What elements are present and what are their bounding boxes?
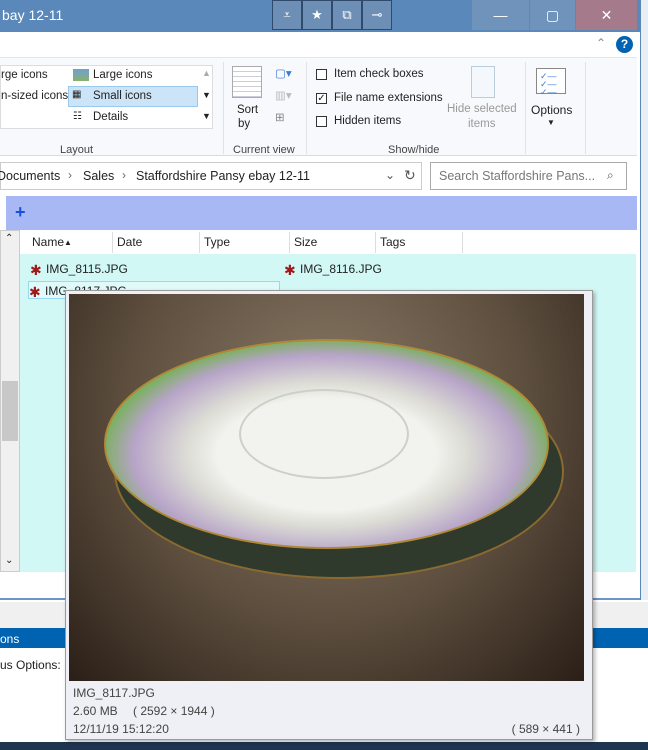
scroll-thumb[interactable] <box>2 381 18 441</box>
breadcrumb-separator: › <box>68 168 72 182</box>
properties-icon[interactable]: ⧉ <box>332 0 362 30</box>
hide-selected-icon <box>471 66 495 98</box>
group-label-layout: Layout <box>60 144 94 156</box>
vertical-scrollbar[interactable]: ⌃ ⌄ <box>0 230 20 572</box>
scroll-down-icon[interactable]: ⌄ <box>5 555 13 566</box>
ribbon-tabs: ⌃ ? <box>0 32 637 58</box>
layout-large-icons[interactable]: Large icons <box>93 69 152 81</box>
search-placeholder: Search Staffordshire Pans... <box>439 169 596 183</box>
taskbar <box>0 742 648 750</box>
hide-selected-label: items <box>468 118 496 130</box>
options-button[interactable]: Options <box>531 103 572 117</box>
details-icon: ☷ <box>73 111 82 122</box>
file-name: IMG_8116.JPG <box>300 262 382 276</box>
item-check-boxes-checkbox[interactable] <box>316 69 327 80</box>
file-name-extensions-label[interactable]: File name extensions <box>334 92 443 104</box>
refresh-icon[interactable]: ↻ <box>404 167 416 184</box>
layout-small-icons[interactable]: ▦ Small icons <box>68 86 198 107</box>
column-name-label: Name <box>32 235 65 249</box>
small-icons-icon: ▦ <box>72 89 82 100</box>
pin-icon[interactable]: ★ <box>302 0 332 30</box>
breadcrumb-documents[interactable]: Documents <box>0 169 60 183</box>
collapse-ribbon-icon[interactable]: ⌃ <box>596 36 606 50</box>
small-icons-label: Small icons <box>93 90 152 102</box>
tooltip-date: 12/11/19 15:12:20 <box>73 722 169 736</box>
options-icon: ✓— ✓— ✓— <box>536 68 566 97</box>
thumbnail-tooltip: IMG_8117.JPG 2.60 MB ( 2592 × 1944 ) 12/… <box>65 290 593 740</box>
search-icon[interactable]: ⌕ <box>607 168 614 183</box>
file-name: IMG_8115.JPG <box>46 262 128 276</box>
file-item[interactable]: ✱ IMG_8116.JPG <box>284 260 382 278</box>
column-header-size[interactable]: Size <box>290 232 376 253</box>
hidden-items-checkbox[interactable] <box>316 116 327 127</box>
layout-medium-icons[interactable]: n-sized icons <box>1 90 68 102</box>
layout-gallery: rge icons Large icons n-sized icons ▦ Sm… <box>0 65 213 129</box>
item-check-boxes-label[interactable]: Item check boxes <box>334 68 423 80</box>
saucer-well <box>239 389 409 479</box>
options-dropdown-icon[interactable]: ▼ <box>547 118 555 127</box>
pin-to-start-icon[interactable]: ⊸ <box>362 0 392 30</box>
breadcrumb-separator: › <box>122 168 126 182</box>
column-header-date[interactable]: Date <box>113 232 200 253</box>
address-bar[interactable]: Documents › Sales › Staffordshire Pansy … <box>0 162 422 190</box>
sort-by-button[interactable]: by <box>238 118 250 130</box>
sort-label[interactable]: Sort <box>237 104 258 116</box>
background-tab-label: ons <box>0 632 20 646</box>
minimize-button[interactable]: — <box>472 0 529 30</box>
image-preview <box>69 294 584 681</box>
maximize-button[interactable]: ▢ <box>530 0 575 30</box>
tooltip-preview-size: ( 589 × 441 ) <box>511 722 580 736</box>
tab-band: + <box>0 196 637 230</box>
layout-details[interactable]: Details <box>93 111 128 123</box>
group-label-current-view: Current view <box>233 144 295 156</box>
column-header-type[interactable]: Type <box>200 232 290 253</box>
hidden-items-label[interactable]: Hidden items <box>334 115 401 127</box>
image-file-icon: ✱ <box>30 261 42 278</box>
ribbon: rge icons Large icons n-sized icons ▦ Sm… <box>0 58 637 156</box>
title-bar: bay 12-11 ⩡ ★ ⧉ ⊸ — ▢ ✕ <box>0 0 640 32</box>
large-icons-icon <box>73 69 89 81</box>
gallery-expand[interactable]: ▼ <box>202 111 211 121</box>
file-item[interactable]: ✱ IMG_8115.JPG <box>30 260 128 278</box>
tooltip-filename: IMG_8117.JPG <box>73 686 155 700</box>
new-tab-button[interactable]: + <box>15 202 26 223</box>
hide-selected-button[interactable]: Hide selected <box>447 103 517 115</box>
tooltip-dimensions: ( 2592 × 1944 ) <box>133 704 215 718</box>
add-columns-icon[interactable]: ▥▾ <box>275 88 292 102</box>
history-dropdown-icon[interactable]: ⌄ <box>385 168 395 182</box>
column-header-tags[interactable]: Tags <box>376 232 463 253</box>
background-options-label: us Options: <box>0 658 61 672</box>
breadcrumb-sales[interactable]: Sales <box>83 169 114 183</box>
gallery-scroll-up[interactable]: ▲ <box>202 68 211 78</box>
search-box[interactable]: Search Staffordshire Pans... ⌕ <box>430 162 627 190</box>
tooltip-size: 2.60 MB <box>73 704 118 718</box>
column-header-name[interactable]: Name▲ <box>28 232 113 253</box>
customize-icon[interactable]: ⩡ <box>272 0 302 30</box>
gallery-scroll-down[interactable]: ▼ <box>202 90 211 100</box>
image-file-icon: ✱ <box>284 261 296 278</box>
size-columns-icon[interactable]: ⊞ <box>275 110 285 124</box>
sort-ascending-icon: ▲ <box>64 238 72 247</box>
image-file-icon: ✱ <box>29 283 41 300</box>
group-label-show-hide: Show/hide <box>388 144 440 156</box>
background-window-edge <box>640 0 648 600</box>
group-by-icon[interactable]: ▢▾ <box>275 66 292 80</box>
file-name-extensions-checkbox[interactable]: ✓ <box>316 93 327 104</box>
window-title: bay 12-11 <box>2 7 64 23</box>
tab-edge <box>0 196 6 230</box>
scroll-up-icon[interactable]: ⌃ <box>5 233 13 244</box>
close-button[interactable]: ✕ <box>576 0 637 30</box>
layout-extra-large-icons[interactable]: rge icons <box>1 69 48 81</box>
sort-by-icon <box>232 66 262 98</box>
breadcrumb-current[interactable]: Staffordshire Pansy ebay 12-11 <box>136 169 310 183</box>
help-icon[interactable]: ? <box>616 36 633 53</box>
